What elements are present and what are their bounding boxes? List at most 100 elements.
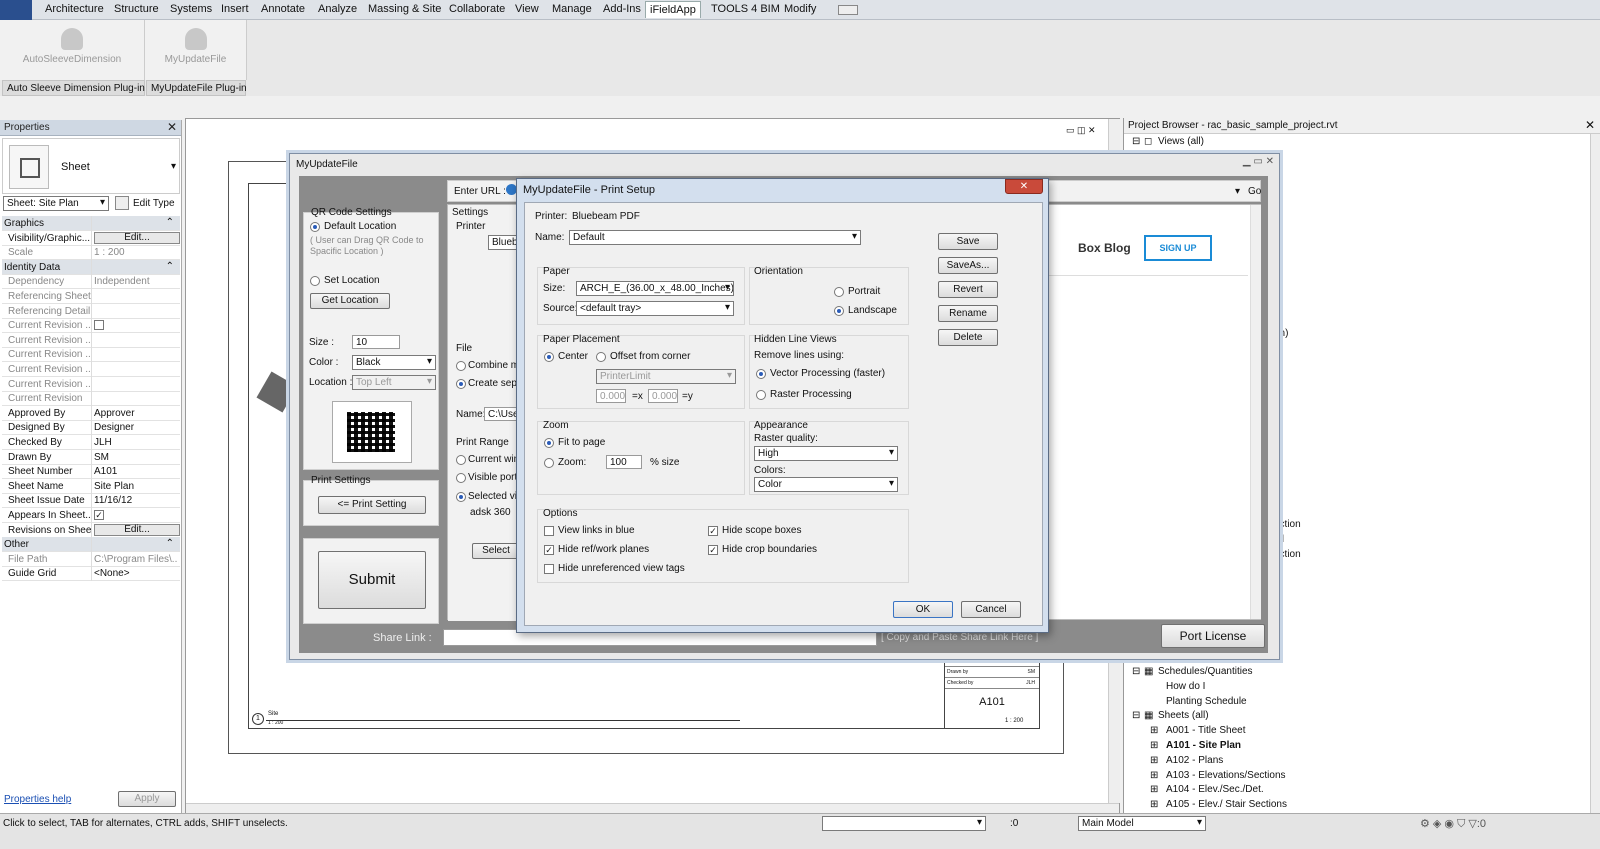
property-value[interactable]: JLH — [94, 437, 178, 448]
expand-icon[interactable]: ⊟ — [1132, 136, 1140, 147]
sign-up-button[interactable]: SIGN UP — [1144, 235, 1212, 261]
property-value[interactable]: Designer — [94, 422, 178, 433]
tree-item[interactable]: A104 - Elev./Sec./Det. — [1166, 784, 1264, 795]
select-button[interactable]: Select — [472, 543, 520, 559]
menu-item[interactable]: Analyze — [318, 3, 357, 15]
visible-portion-radio[interactable] — [456, 473, 466, 483]
current-window-radio[interactable] — [456, 455, 466, 465]
delete-button[interactable]: Delete — [938, 329, 998, 346]
default-location-radio[interactable] — [310, 222, 320, 232]
tree-item[interactable]: How do I — [1166, 681, 1205, 692]
save-button[interactable]: Save — [938, 233, 998, 250]
rename-button[interactable]: Rename — [938, 305, 998, 322]
property-row[interactable]: Sheet Number A101 — [2, 464, 180, 480]
tree-item[interactable]: A102 - Plans — [1166, 755, 1223, 766]
auto-sleeve-dimension-button[interactable]: AutoSleeveDimension — [0, 20, 145, 80]
printer-limit-select[interactable]: PrinterLimit — [596, 369, 736, 384]
fit-to-page-radio[interactable] — [544, 438, 554, 448]
raster-processing-radio[interactable] — [756, 390, 766, 400]
hide-crop-boundaries-checkbox[interactable]: ✓ — [708, 545, 718, 555]
tree-item[interactable]: Sheets (all) — [1158, 710, 1209, 721]
chevron-down-icon[interactable]: ▾ — [1235, 186, 1240, 197]
revert-button[interactable]: Revert — [938, 281, 998, 298]
property-row[interactable]: Current Revision ... — [2, 347, 180, 363]
size-stepper[interactable]: 10 — [352, 335, 400, 349]
window-controls-icon[interactable]: ▁ ▭ ✕ — [1196, 156, 1274, 168]
zoom-radio[interactable] — [544, 458, 554, 468]
offset-radio[interactable] — [596, 352, 606, 362]
property-row[interactable]: Referencing Detail — [2, 303, 180, 319]
property-value[interactable]: Approver — [94, 408, 178, 419]
property-checkbox[interactable]: ✓ — [94, 510, 104, 520]
tree-item[interactable]: Schedules/Quantities — [1158, 666, 1253, 677]
menu-item[interactable]: Architecture — [45, 3, 104, 15]
property-row[interactable]: Current Revision ... — [2, 318, 180, 334]
menu-item[interactable]: View — [515, 3, 539, 15]
expand-icon[interactable]: ⊞ — [1150, 799, 1158, 810]
close-icon[interactable]: ✕ — [1585, 118, 1595, 132]
combine-radio[interactable] — [456, 361, 466, 371]
property-value[interactable]: A101 — [94, 466, 178, 477]
set-location-radio[interactable] — [310, 276, 320, 286]
menu-item[interactable]: TOOLS 4 BIM — [711, 3, 780, 15]
ok-button[interactable]: OK — [893, 601, 953, 618]
portrait-radio[interactable] — [834, 287, 844, 297]
property-row[interactable]: Current Revision ... — [2, 376, 180, 392]
property-row[interactable]: Current Revision ... — [2, 332, 180, 348]
menu-item[interactable]: Annotate — [261, 3, 305, 15]
property-value[interactable]: 1 : 200 — [94, 247, 178, 258]
go-button[interactable]: Go — [1248, 186, 1261, 197]
menu-item[interactable]: Structure — [114, 3, 159, 15]
raster-quality-select[interactable]: High — [754, 446, 898, 461]
menu-item[interactable]: Add-Ins — [603, 3, 641, 15]
menu-item[interactable]: Modify — [784, 3, 816, 15]
get-location-button[interactable]: Get Location — [310, 293, 390, 309]
tree-item[interactable]: Planting Schedule — [1166, 696, 1247, 707]
setup-name-select[interactable]: Default — [569, 230, 861, 245]
design-option-selector[interactable]: Main Model — [1078, 816, 1206, 831]
property-row[interactable]: Checked By JLH — [2, 435, 180, 450]
property-value[interactable]: SM — [94, 452, 178, 463]
property-row[interactable]: Appears In Sheet... ✓ — [2, 508, 180, 523]
edit-type-button[interactable]: Edit Type — [133, 198, 175, 209]
type-selector[interactable]: Sheet ▾ — [2, 138, 180, 194]
offset-x-field[interactable]: 0.000 — [596, 389, 626, 403]
application-menu-button[interactable] — [0, 0, 32, 20]
vertical-scrollbar[interactable] — [1590, 134, 1600, 813]
center-radio[interactable] — [544, 352, 554, 362]
property-row[interactable]: Current Revision ... — [2, 362, 180, 377]
create-separate-radio[interactable] — [456, 379, 466, 389]
menu-item[interactable]: Collaborate — [449, 3, 505, 15]
tree-item[interactable]: A001 - Title Sheet — [1166, 725, 1246, 736]
horizontal-scrollbar[interactable] — [186, 803, 1119, 813]
expand-icon[interactable]: ⊟ — [1132, 710, 1140, 721]
save-as-button[interactable]: SaveAs... — [938, 257, 998, 274]
filter-icon[interactable]: ⚙ ◈ ◉ ⛉ ▽:0 — [1420, 817, 1486, 831]
offset-y-field[interactable]: 0.000 — [648, 389, 678, 403]
tree-item[interactable]: A103 - Elevations/Sections — [1166, 770, 1286, 781]
expand-icon[interactable]: ⊞ — [1150, 725, 1158, 736]
collapse-icon[interactable]: ⌃ — [166, 261, 174, 272]
expand-icon[interactable]: ⊞ — [1150, 755, 1158, 766]
color-select[interactable]: Black — [352, 355, 436, 370]
menu-item[interactable]: Systems — [170, 3, 212, 15]
instance-selector[interactable]: Sheet: Site Plan — [3, 196, 109, 211]
location-select[interactable]: Top Left — [352, 375, 436, 390]
property-row[interactable]: Visibility/Graphic... Edit... — [2, 230, 180, 246]
property-value[interactable]: <None> — [94, 568, 178, 579]
property-section[interactable]: Identity Data ⌃ — [2, 259, 180, 275]
paper-source-select[interactable]: <default tray> — [576, 301, 734, 316]
property-row[interactable]: Dependency Independent — [2, 274, 180, 290]
menu-item[interactable]: Manage — [552, 3, 592, 15]
property-value[interactable]: Site Plan — [94, 481, 178, 492]
tree-root[interactable]: Views (all) — [1158, 136, 1204, 147]
properties-help-link[interactable]: Properties help — [4, 794, 71, 805]
close-icon[interactable]: ✕ — [167, 120, 177, 134]
property-row[interactable]: Referencing Sheet — [2, 289, 180, 304]
close-icon[interactable]: ✕ — [1005, 179, 1043, 194]
paper-size-select[interactable]: ARCH_E_(36.00_x_48.00_Inches) — [576, 281, 734, 296]
property-row[interactable]: Approved By Approver — [2, 405, 180, 421]
cancel-button[interactable]: Cancel — [961, 601, 1021, 618]
blog-link[interactable]: Box Blog — [1078, 241, 1131, 255]
property-row[interactable]: File Path C:\Program Files\... — [2, 551, 180, 567]
